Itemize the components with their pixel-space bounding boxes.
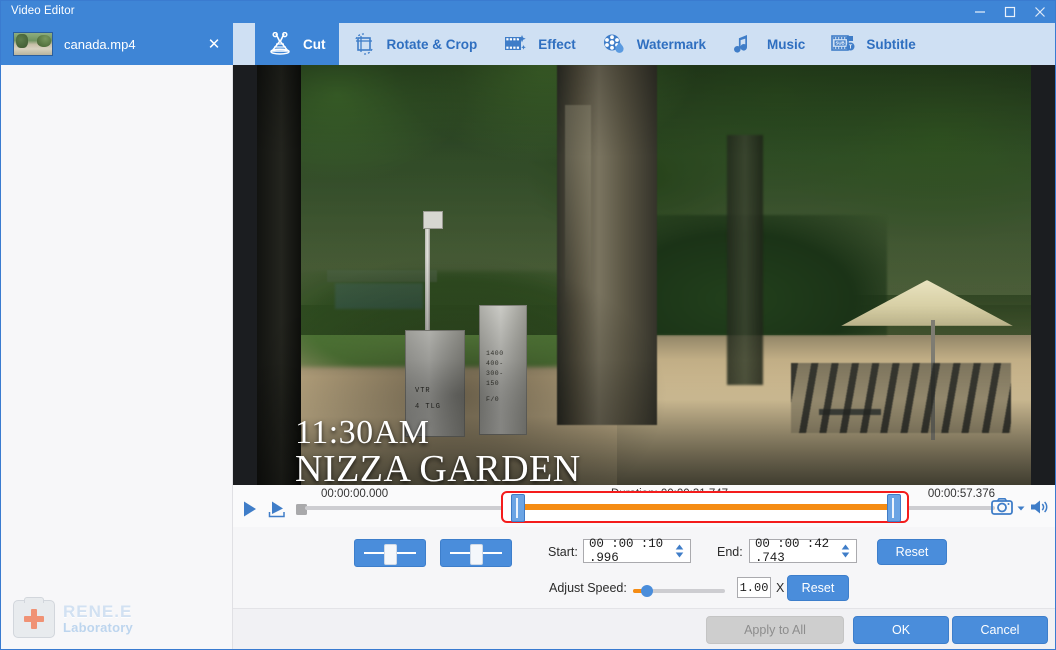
speed-unit-label: X [776, 581, 784, 595]
tab-subtitle[interactable]: SUB T Subtitle [818, 23, 929, 65]
set-end-marker-button[interactable] [440, 539, 512, 567]
timeline-track-area[interactable] [305, 505, 995, 511]
snapshot-dropdown-button[interactable] [1016, 502, 1026, 516]
speed-slider-thumb[interactable] [641, 585, 653, 597]
close-button[interactable] [1025, 1, 1055, 23]
video-caption-overlay: 11:30AM NIZZA GARDEN [295, 416, 581, 485]
brand-name: RENE.E [63, 603, 133, 621]
volume-icon [1029, 498, 1049, 516]
start-field-label: Start: [548, 545, 578, 559]
play-button[interactable] [241, 500, 259, 518]
rotate-crop-icon [350, 31, 378, 57]
end-time-value[interactable]: 00 :00 :42 .743 [750, 537, 837, 565]
brand-logo: RENE.E Laboratory [13, 597, 183, 641]
caption-line-1: 11:30AM [295, 416, 581, 451]
play-selection-button[interactable] [268, 500, 286, 518]
video-editor-window: Video Editor canada.m [0, 0, 1056, 650]
snapshot-button[interactable] [991, 497, 1013, 520]
timeline-total-time: 00:00:57.376 [928, 488, 995, 500]
film-sparkle-icon [501, 31, 529, 57]
chevron-down-icon [1016, 503, 1026, 513]
apply-to-all-button[interactable]: Apply to All [706, 616, 844, 644]
video-preview[interactable]: VTR 4 TLG 1400 400- 300- 150 F/0 11:30AM… [233, 65, 1055, 485]
camera-icon [991, 497, 1013, 517]
timeline-selection-range[interactable] [517, 504, 893, 510]
tab-rotate-crop[interactable]: Rotate & Crop [339, 23, 491, 65]
tab-watermark[interactable]: Watermark [589, 23, 719, 65]
stepper-down-icon [841, 552, 850, 558]
window-controls [965, 1, 1055, 23]
file-tab-canada[interactable]: canada.mp4 ✕ [1, 23, 233, 65]
toolbar-tabs: Cut Rotate & Crop [233, 23, 1055, 65]
volume-button[interactable] [1029, 498, 1049, 519]
maximize-icon [1004, 6, 1016, 18]
left-file-list-panel: RENE.E Laboratory [1, 65, 233, 649]
timeline-bar: 00:00:00.000 Duration: 00:00:31.747 00:0… [233, 485, 1055, 528]
tab-cut-label: Cut [303, 37, 326, 52]
cut-controls-panel: Start: 00 :00 :10 .996 End: 00 :00 :42 .… [233, 527, 1055, 611]
tabs-leading-spacer [233, 23, 255, 65]
tab-effect-label: Effect [538, 37, 576, 52]
adjust-speed-slider[interactable] [633, 589, 725, 593]
start-time-field[interactable]: 00 :00 :10 .996 [583, 539, 691, 563]
brand-text: RENE.E Laboratory [63, 603, 133, 634]
ok-button[interactable]: OK [853, 616, 949, 644]
cancel-button[interactable]: Cancel [952, 616, 1048, 644]
film-reel-drop-icon [600, 31, 628, 57]
start-time-value[interactable]: 00 :00 :10 .996 [584, 537, 671, 565]
close-icon [1034, 6, 1046, 18]
play-selection-icon [268, 500, 286, 518]
end-field-label: End: [717, 545, 743, 559]
scissors-icon [266, 31, 294, 57]
video-frame: VTR 4 TLG 1400 400- 300- 150 F/0 11:30AM… [257, 65, 1031, 485]
timeline-right-controls [991, 497, 1049, 520]
set-start-marker-knob [384, 544, 397, 565]
start-time-stepper[interactable] [671, 540, 690, 562]
trim-reset-button[interactable]: Reset [877, 539, 947, 565]
tab-watermark-label: Watermark [637, 37, 706, 52]
playback-buttons [241, 500, 308, 518]
adjust-speed-label: Adjust Speed: [549, 581, 627, 595]
set-start-marker-button[interactable] [354, 539, 426, 567]
stepper-up-icon [841, 544, 850, 550]
subtitle-film-icon: SUB T [829, 31, 857, 57]
speed-value-field[interactable]: 1.00 [737, 577, 771, 598]
play-icon [241, 500, 259, 518]
brand-subtitle: Laboratory [63, 621, 133, 635]
svg-text:SUB: SUB [836, 41, 845, 46]
first-aid-kit-icon [13, 600, 55, 638]
tab-subtitle-label: Subtitle [866, 37, 916, 52]
red-cross-shape [24, 609, 44, 629]
tab-music-label: Music [767, 37, 805, 52]
speed-reset-button[interactable]: Reset [787, 575, 849, 601]
set-end-marker-knob [470, 544, 483, 565]
title-bar: Video Editor [1, 1, 1055, 23]
maximize-button[interactable] [995, 1, 1025, 23]
file-tab-close-button[interactable]: ✕ [201, 23, 227, 65]
trim-handle-right[interactable] [887, 494, 901, 522]
header-strip: canada.mp4 ✕ Cut [1, 23, 1055, 65]
tab-cut[interactable]: Cut [255, 23, 339, 65]
tab-music[interactable]: Music [719, 23, 818, 65]
trim-handle-left[interactable] [511, 494, 525, 522]
timeline-start-time: 00:00:00.000 [321, 488, 388, 500]
end-time-field[interactable]: 00 :00 :42 .743 [749, 539, 857, 563]
video-thumbnail [13, 32, 53, 56]
minimize-button[interactable] [965, 1, 995, 23]
tab-effect[interactable]: Effect [490, 23, 589, 65]
end-time-stepper[interactable] [837, 540, 856, 562]
file-tab-label: canada.mp4 [64, 37, 201, 52]
stepper-down-icon [675, 552, 684, 558]
tab-rotate-crop-label: Rotate & Crop [387, 37, 478, 52]
stepper-up-icon [675, 544, 684, 550]
minimize-icon [974, 6, 986, 18]
music-note-icon [730, 31, 758, 57]
window-title: Video Editor [11, 5, 75, 17]
dialog-footer: Apply to All OK Cancel [233, 608, 1055, 649]
caption-line-2: NIZZA GARDEN [295, 450, 581, 485]
